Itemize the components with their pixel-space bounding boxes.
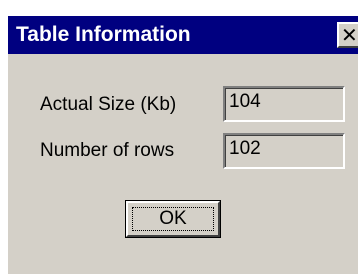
ok-button-label: OK	[159, 208, 187, 229]
actual-size-field-inset	[225, 88, 343, 120]
table-information-dialog: Table Information ✕ Actual Size (Kb) 104…	[6, 14, 358, 274]
close-button[interactable]: ✕	[337, 22, 358, 48]
rows-field[interactable]: 102	[223, 133, 345, 169]
title-bar[interactable]: Table Information ✕	[8, 16, 358, 54]
ok-button[interactable]: OK	[125, 200, 221, 238]
rows-label: Number of rows	[40, 140, 175, 161]
rows-field-inset	[225, 135, 343, 167]
actual-size-label: Actual Size (Kb)	[40, 94, 177, 115]
dialog-title: Table Information	[16, 23, 191, 46]
close-icon: ✕	[341, 23, 358, 47]
actual-size-field[interactable]: 104	[223, 86, 345, 122]
